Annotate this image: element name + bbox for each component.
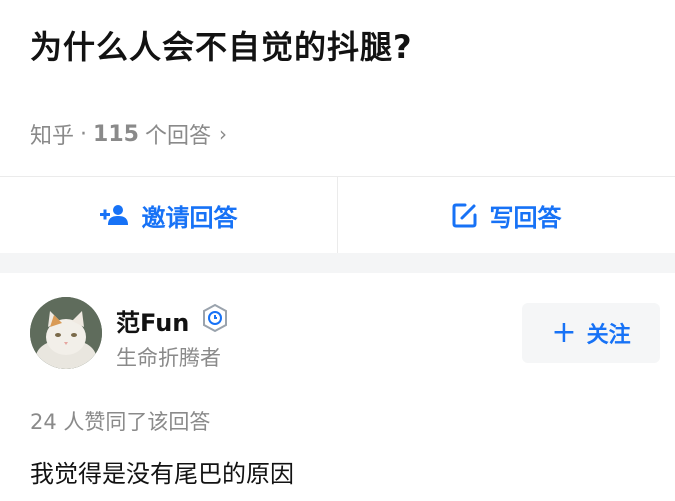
write-answer-label: 写回答 [489, 203, 562, 232]
chevron-right-icon: › [218, 122, 227, 146]
source-label: 知乎 [30, 124, 75, 149]
invite-answer-label: 邀请回答 [141, 203, 238, 232]
avatar[interactable] [30, 297, 102, 369]
answer-count-suffix: 个回答 [144, 124, 211, 149]
verified-badge-icon [200, 303, 230, 333]
question-meta[interactable]: 知乎 · 115 个回答 › [30, 118, 227, 150]
plus-icon: + [551, 315, 577, 350]
answer-count: 115 [93, 121, 139, 147]
write-answer-button[interactable]: 写回答 [338, 177, 675, 253]
edit-icon [452, 202, 478, 228]
author-name[interactable]: 范Fun [116, 303, 189, 338]
section-separator [0, 253, 675, 273]
answer-content[interactable]: 我觉得是没有尾巴的原因 [30, 454, 294, 489]
invite-answer-button[interactable]: 邀请回答 [0, 177, 337, 253]
question-action-bar: 邀请回答 写回答 [0, 177, 675, 253]
question-title[interactable]: 为什么人会不自觉的抖腿? [30, 22, 413, 68]
follow-label: 关注 [586, 323, 631, 348]
upvote-count: 24 人赞同了该回答 [30, 410, 211, 434]
add-user-icon [99, 204, 130, 226]
author-bio: 生命折腾者 [116, 346, 221, 370]
meta-separator: · [80, 121, 88, 147]
follow-button[interactable]: + 关注 [522, 303, 660, 363]
